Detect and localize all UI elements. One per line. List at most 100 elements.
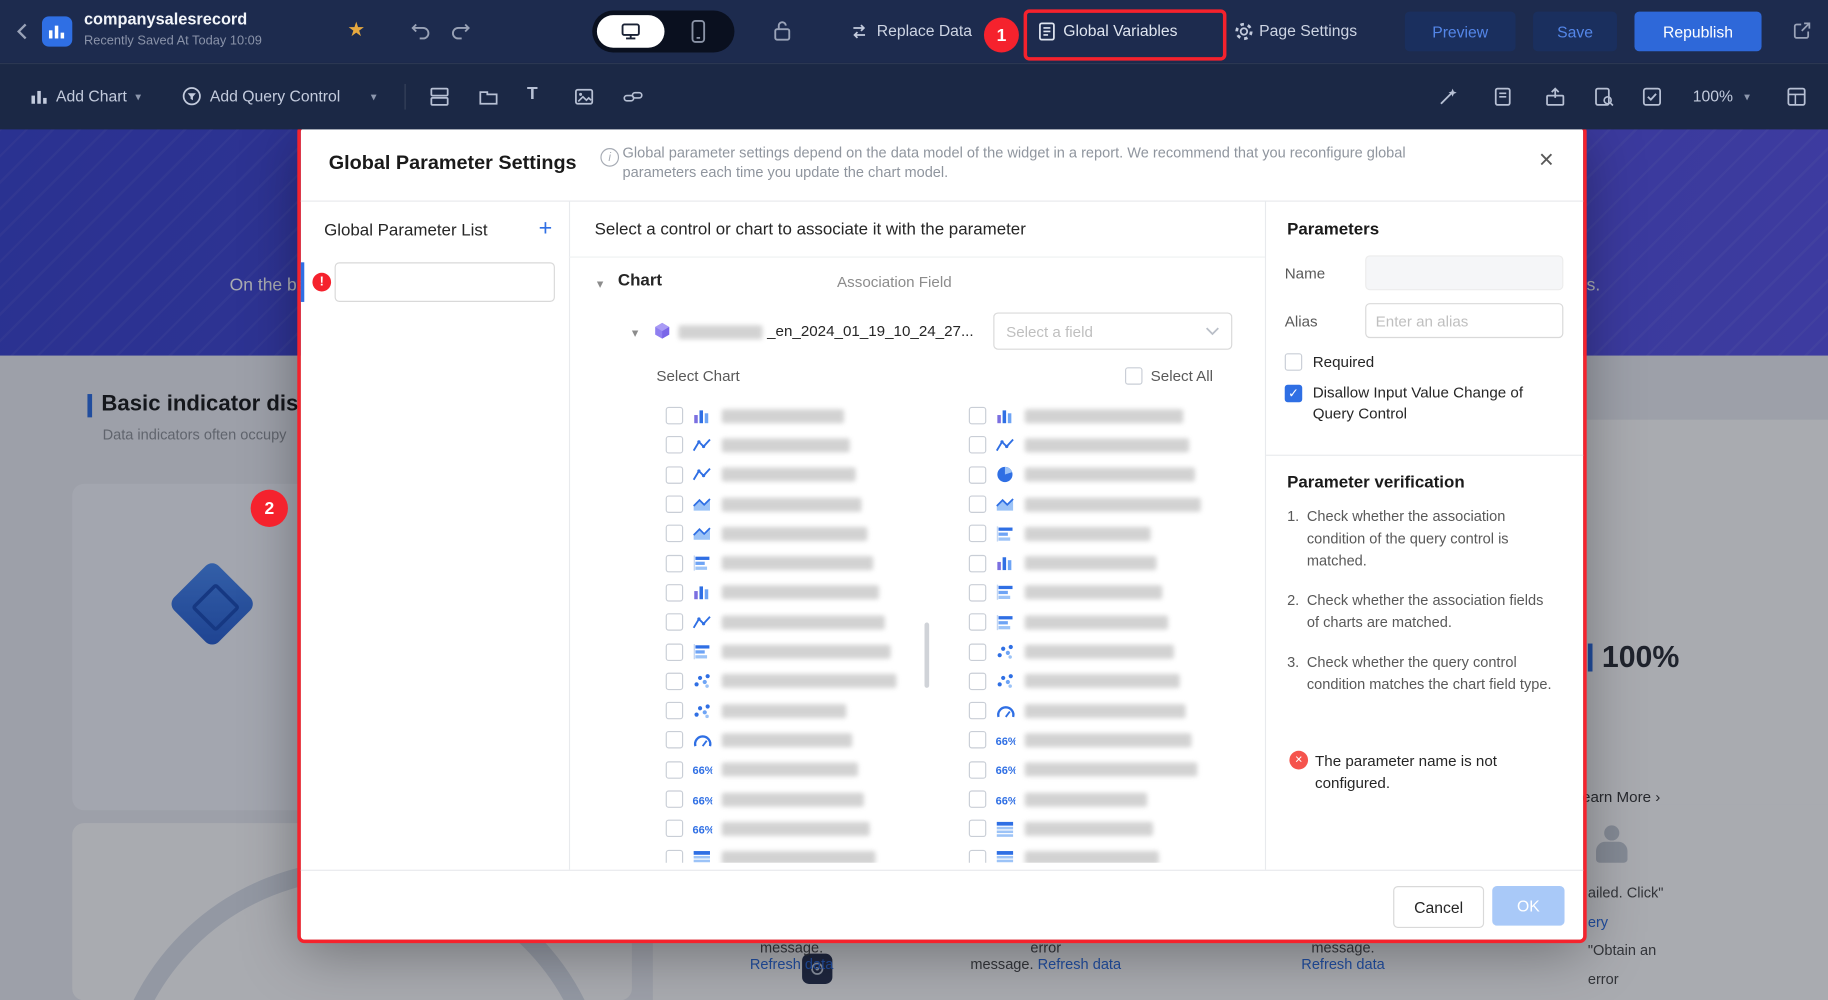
chart-row[interactable] [969,519,1243,548]
add-chart-icon[interactable] [30,87,49,104]
chart-checkbox[interactable] [969,790,986,807]
ok-button[interactable]: OK [1492,886,1564,926]
add-query-control-icon[interactable] [182,86,202,106]
chart-checkbox[interactable] [969,554,986,571]
device-toggle[interactable] [592,10,734,52]
field-select[interactable]: Select a field [993,312,1232,349]
container-widget-icon[interactable] [429,86,450,107]
add-chart-caret-icon[interactable]: ▾ [135,91,141,104]
chart-row[interactable] [969,549,1243,578]
chart-row[interactable]: 66% [666,814,940,843]
redo-icon[interactable] [450,22,471,42]
chart-row[interactable]: 66% [666,784,940,813]
disallow-checkbox[interactable]: ✓ [1285,385,1302,402]
chart-row[interactable]: 66% [666,755,940,784]
chart-row[interactable] [666,578,940,607]
chart-row[interactable] [666,549,940,578]
chart-row[interactable] [969,431,1243,460]
chart-checkbox[interactable] [666,849,683,862]
chart-row[interactable] [666,666,940,695]
chart-row[interactable] [666,637,940,666]
chart-checkbox[interactable] [969,496,986,513]
chart-checkbox[interactable] [969,407,986,424]
chart-checkbox[interactable] [969,643,986,660]
chart-checkbox[interactable] [969,731,986,748]
chart-checkbox[interactable] [969,613,986,630]
chart-checkbox[interactable] [969,525,986,542]
preview-button[interactable]: Preview [1405,12,1516,52]
chart-row[interactable] [969,490,1243,519]
chart-checkbox[interactable] [666,496,683,513]
republish-button[interactable]: Republish [1634,12,1761,52]
chart-checkbox[interactable] [666,554,683,571]
chart-row[interactable] [666,460,940,489]
dataset-caret-icon[interactable]: ▾ [632,325,638,340]
cancel-button[interactable]: Cancel [1393,886,1484,928]
chart-row[interactable] [969,666,1243,695]
page-settings-label[interactable]: Page Settings [1259,22,1357,39]
chart-checkbox[interactable] [969,820,986,837]
back-icon[interactable] [14,20,30,43]
chart-checkbox[interactable] [666,820,683,837]
chart-row[interactable] [666,401,940,430]
chart-row[interactable] [969,578,1243,607]
add-chart-button[interactable]: Add Chart [56,87,127,104]
tab-widget-icon[interactable] [478,86,499,107]
chart-row[interactable] [969,696,1243,725]
chart-row[interactable] [969,814,1243,843]
chart-row[interactable] [969,401,1243,430]
report-icon[interactable] [1493,86,1512,107]
chart-row[interactable]: 66% [969,784,1243,813]
link-widget-icon[interactable] [623,86,644,107]
chart-checkbox[interactable] [666,613,683,630]
open-external-icon[interactable] [1792,20,1813,41]
chart-checkbox[interactable] [969,437,986,454]
replace-data-icon[interactable] [849,21,870,42]
save-button[interactable]: Save [1533,12,1617,52]
chart-row[interactable] [969,637,1243,666]
chart-checkbox[interactable] [666,672,683,689]
chart-row[interactable] [666,519,940,548]
chart-checkbox[interactable] [666,407,683,424]
chart-row[interactable] [666,843,940,862]
grid-layout-icon[interactable] [1786,86,1807,107]
chart-checkbox[interactable] [666,643,683,660]
zoom-caret-icon[interactable]: ▾ [1744,91,1750,104]
chart-row[interactable] [666,490,940,519]
scrollbar-thumb[interactable] [924,623,929,688]
add-query-control-caret-icon[interactable]: ▾ [371,91,377,104]
chart-row[interactable] [969,843,1243,862]
desktop-toggle-active[interactable] [597,15,665,48]
image-widget-icon[interactable] [574,86,595,107]
chart-checkbox[interactable] [969,466,986,483]
chart-row[interactable] [666,725,940,754]
select-all-checkbox[interactable] [1125,367,1142,384]
add-parameter-icon[interactable]: + [539,216,553,243]
lock-icon[interactable] [772,19,793,42]
chart-checkbox[interactable] [666,437,683,454]
chart-checkbox[interactable] [666,584,683,601]
parameter-name-inline-input[interactable] [335,262,555,302]
chart-row[interactable]: 66% [969,725,1243,754]
chart-row[interactable] [969,460,1243,489]
required-checkbox[interactable] [1285,353,1302,370]
chart-checkbox[interactable] [969,672,986,689]
chart-row[interactable]: 66% [969,755,1243,784]
chart-checkbox[interactable] [969,584,986,601]
close-icon[interactable]: × [1539,145,1554,175]
chart-row[interactable] [666,607,940,636]
alias-input[interactable] [1365,303,1563,338]
audit-doc-icon[interactable] [1594,86,1615,107]
name-input[interactable] [1365,255,1563,290]
theme-wand-icon[interactable] [1437,86,1458,107]
chart-checkbox[interactable] [666,761,683,778]
replace-data-label[interactable]: Replace Data [877,22,972,39]
chart-checkbox[interactable] [969,702,986,719]
chart-row[interactable] [666,696,940,725]
chart-checkbox[interactable] [666,790,683,807]
text-widget-icon[interactable]: T [527,84,538,104]
favorite-star-icon[interactable]: ★ [347,19,365,42]
add-query-control-button[interactable]: Add Query Control [210,87,340,104]
export-icon[interactable] [1545,86,1566,107]
chart-checkbox[interactable] [666,702,683,719]
